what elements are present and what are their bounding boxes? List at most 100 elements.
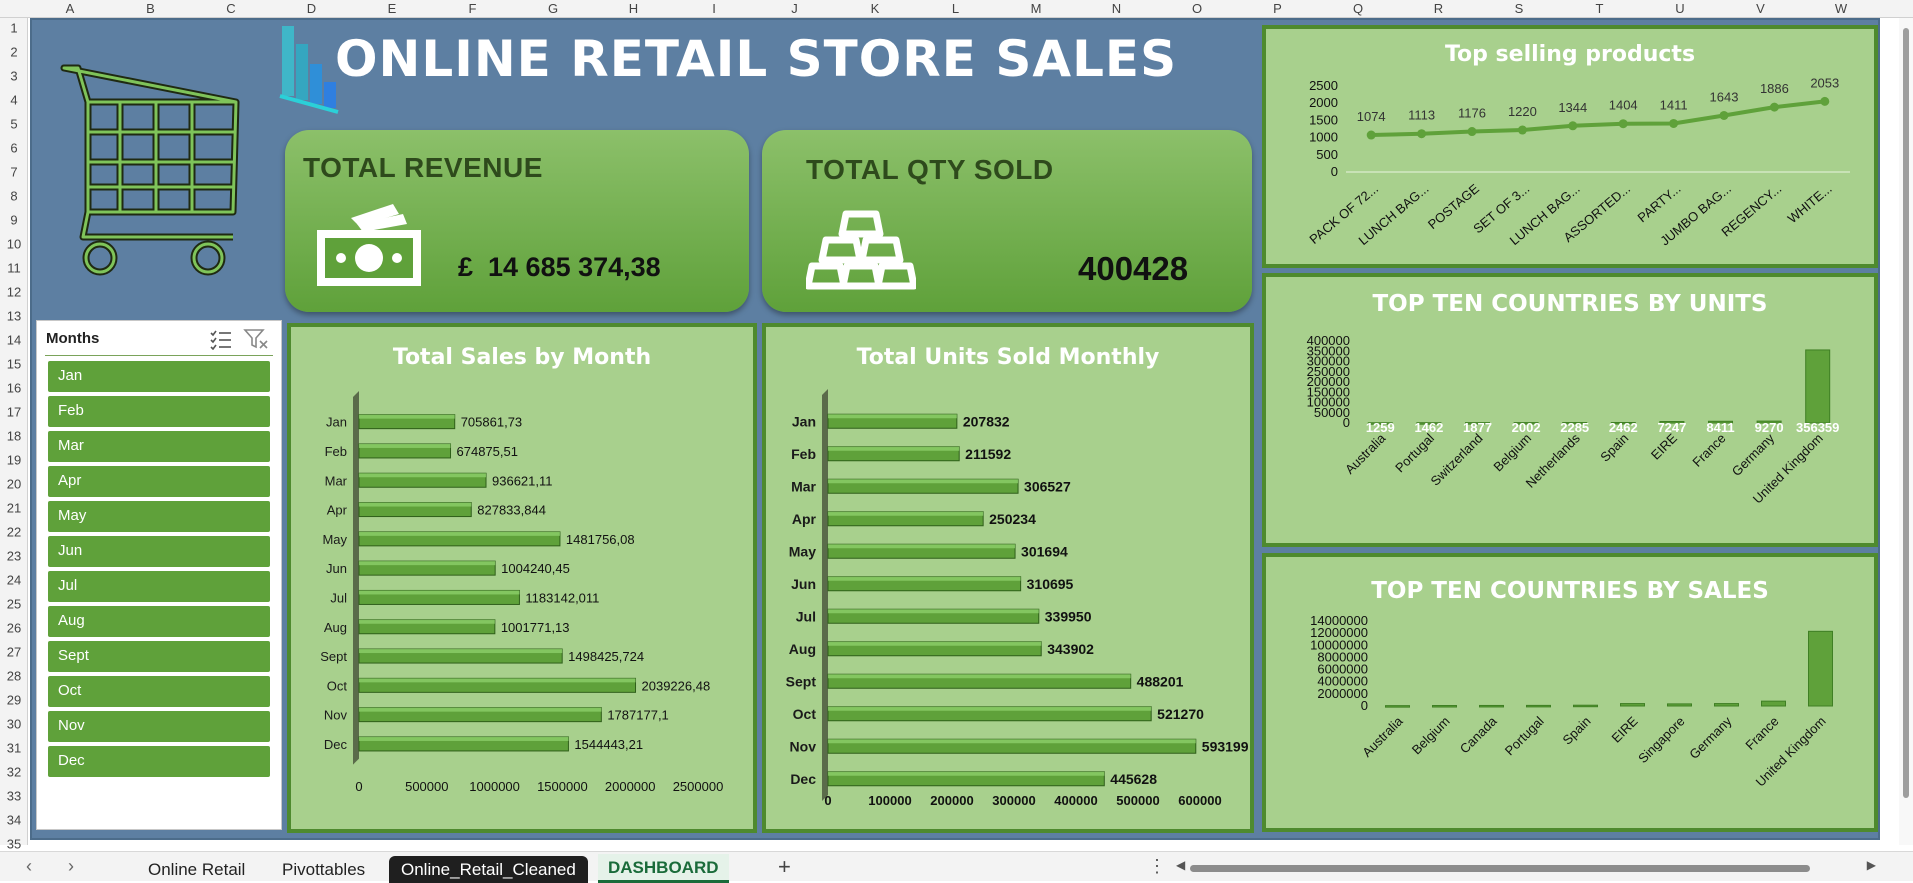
row-header-cell[interactable]: 7	[0, 165, 28, 180]
column-header-cell[interactable]: B	[146, 1, 155, 16]
horizontal-scroll-thumb[interactable]	[1190, 865, 1810, 872]
column-header-cell[interactable]: D	[307, 1, 316, 16]
column-header-cell[interactable]: T	[1596, 1, 1604, 16]
column-header-cell[interactable]: N	[1112, 1, 1121, 16]
scroll-right-icon[interactable]: ▶	[1867, 858, 1876, 872]
slicer-item-feb[interactable]: Feb	[48, 396, 270, 427]
more-options-icon[interactable]: ⋮	[1148, 856, 1166, 877]
row-header-cell[interactable]: 20	[0, 477, 28, 492]
total-revenue-card[interactable]: TOTAL REVENUE £ 14 685 374,38	[285, 130, 749, 312]
row-header-cell[interactable]: 31	[0, 741, 28, 756]
column-header-cell[interactable]: A	[66, 1, 75, 16]
column-header-cell[interactable]: H	[629, 1, 638, 16]
vertical-scrollbar[interactable]	[1899, 18, 1913, 845]
slicer-item-oct[interactable]: Oct	[48, 676, 270, 707]
column-header-cell[interactable]: Q	[1353, 1, 1363, 16]
multi-select-icon[interactable]	[209, 328, 233, 350]
row-header-cell[interactable]: 30	[0, 717, 28, 732]
row-header-cell[interactable]: 12	[0, 285, 28, 300]
units-by-month-panel[interactable]: Total Units Sold Monthly Jan 207832 Feb 2115…	[762, 323, 1254, 833]
column-header-cell[interactable]: C	[226, 1, 235, 16]
tab-pivottables[interactable]: Pivottables	[270, 858, 377, 882]
slicer-item-apr[interactable]: Apr	[48, 466, 270, 497]
slicer-item-jun[interactable]: Jun	[48, 536, 270, 567]
row-header-cell[interactable]: 4	[0, 93, 28, 108]
row-header-cell[interactable]: 17	[0, 405, 28, 420]
total-qty-card[interactable]: TOTAL QTY SOLD 400428	[762, 130, 1252, 312]
row-header-cell[interactable]: 23	[0, 549, 28, 564]
row-header-cell[interactable]: 19	[0, 453, 28, 468]
row-header-cell[interactable]: 34	[0, 813, 28, 828]
chart-title: Total Sales by Month	[393, 345, 651, 370]
top-products-panel[interactable]: Top selling products 0 500 1000 1500 2000 2500…	[1262, 25, 1878, 268]
column-header-cell[interactable]: J	[791, 1, 798, 16]
row-header-cell[interactable]: 3	[0, 69, 28, 84]
column-header-cell[interactable]: W	[1835, 1, 1847, 16]
slicer-item-nov[interactable]: Nov	[48, 711, 270, 742]
column-header-cell[interactable]: U	[1675, 1, 1684, 16]
column-header-cell[interactable]: F	[469, 1, 477, 16]
column-header-cell[interactable]: P	[1273, 1, 1282, 16]
scroll-left-icon[interactable]: ◀	[1176, 858, 1185, 872]
slicer-item-aug[interactable]: Aug	[48, 606, 270, 637]
x-tick-label: 2000000	[605, 779, 656, 794]
row-header-cell[interactable]: 22	[0, 525, 28, 540]
add-sheet-button[interactable]: +	[778, 854, 791, 880]
sales-by-month-panel[interactable]: Total Sales by Month Jan 705861,73 Feb 67487…	[287, 323, 757, 833]
row-header-cell[interactable]: 21	[0, 501, 28, 516]
vertical-scroll-thumb[interactable]	[1903, 28, 1909, 798]
row-header-cell[interactable]: 14	[0, 333, 28, 348]
column-header-cell[interactable]: R	[1434, 1, 1443, 16]
column-header-cell[interactable]: V	[1756, 1, 1765, 16]
column-header-cell[interactable]: O	[1192, 1, 1202, 16]
clear-filter-icon[interactable]	[243, 328, 269, 350]
slicer-item-sept[interactable]: Sept	[48, 641, 270, 672]
tab-online-retail-cleaned[interactable]: Online_Retail_Cleaned	[389, 856, 588, 883]
column-header-cell[interactable]: K	[871, 1, 880, 16]
data-label: 936621,11	[492, 473, 553, 488]
y-tick-label: 500	[1316, 147, 1338, 162]
column-header-cell[interactable]: G	[548, 1, 558, 16]
column-header-cell[interactable]: L	[952, 1, 959, 16]
bar	[1526, 704, 1551, 708]
row-header-cell[interactable]: 29	[0, 693, 28, 708]
countries-units-panel[interactable]: TOP TEN COUNTRIES BY UNITS 0 50000 100000 15…	[1262, 273, 1878, 547]
slicer-item-dec[interactable]: Dec	[48, 746, 270, 777]
column-header-cell[interactable]: I	[712, 1, 716, 16]
row-header-cell[interactable]: 35	[0, 837, 28, 852]
row-header-cell[interactable]: 10	[0, 237, 28, 252]
countries-sales-panel[interactable]: TOP TEN COUNTRIES BY SALES 0 2000000 400000…	[1262, 553, 1878, 832]
column-header-cell[interactable]: M	[1031, 1, 1042, 16]
horizontal-scrollbar[interactable]: ◀ ▶	[1176, 858, 1876, 873]
row-header-cell[interactable]: 13	[0, 309, 28, 324]
tab-dashboard[interactable]: DASHBOARD	[598, 854, 729, 883]
row-header-cell[interactable]: 26	[0, 621, 28, 636]
prev-sheet-icon[interactable]: ‹	[26, 856, 32, 877]
row-header-cell[interactable]: 33	[0, 789, 28, 804]
row-header-cell[interactable]: 1	[0, 21, 28, 36]
column-header-cell[interactable]: E	[388, 1, 397, 16]
row-header-cell[interactable]: 2	[0, 45, 28, 60]
slicer-item-jul[interactable]: Jul	[48, 571, 270, 602]
next-sheet-icon[interactable]: ›	[68, 856, 74, 877]
row-header-cell[interactable]: 32	[0, 765, 28, 780]
row-header-cell[interactable]: 18	[0, 429, 28, 444]
column-header-cell[interactable]: S	[1515, 1, 1524, 16]
row-header-cell[interactable]: 27	[0, 645, 28, 660]
category-label: PARTY...	[1635, 181, 1684, 225]
slicer-item-mar[interactable]: Mar	[48, 431, 270, 462]
row-header-cell[interactable]: 8	[0, 189, 28, 204]
row-header-cell[interactable]: 15	[0, 357, 28, 372]
row-header-cell[interactable]: 5	[0, 117, 28, 132]
row-header-cell[interactable]: 9	[0, 213, 28, 228]
row-header-cell[interactable]: 24	[0, 573, 28, 588]
row-header-cell[interactable]: 6	[0, 141, 28, 156]
tab-online-retail[interactable]: Online Retail	[136, 858, 257, 882]
row-header-cell[interactable]: 25	[0, 597, 28, 612]
row-header-cell[interactable]: 11	[0, 261, 28, 276]
slicer-item-may[interactable]: May	[48, 501, 270, 532]
row-header-cell[interactable]: 28	[0, 669, 28, 684]
slicer-item-jan[interactable]: Jan	[48, 361, 270, 392]
row-header-cell[interactable]: 16	[0, 381, 28, 396]
months-slicer[interactable]: Months Jan Feb Mar Apr May Jun Jul Aug Sept Oct No…	[36, 320, 282, 830]
